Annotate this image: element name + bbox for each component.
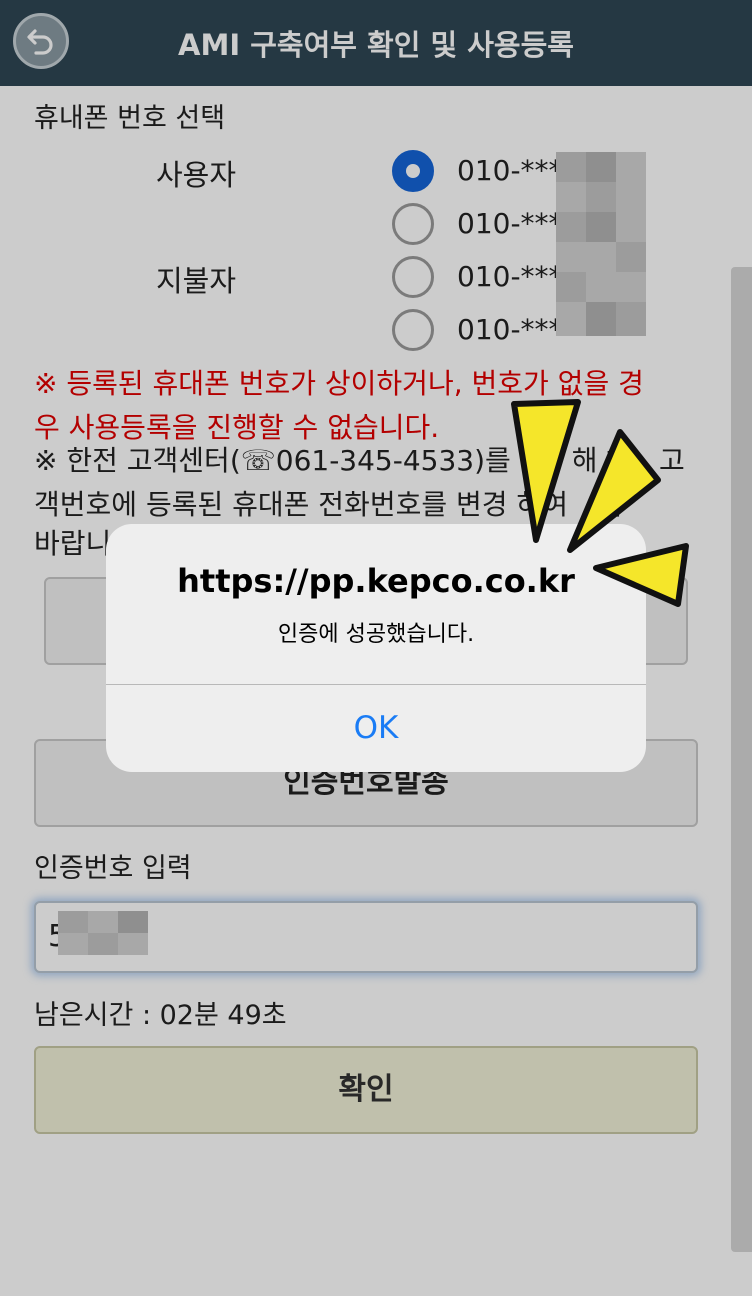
ok-button[interactable]: OK xyxy=(106,685,646,772)
sparkle-burst-icon xyxy=(511,399,689,607)
dialog-message: 인증에 성공했습니다. xyxy=(277,622,475,647)
